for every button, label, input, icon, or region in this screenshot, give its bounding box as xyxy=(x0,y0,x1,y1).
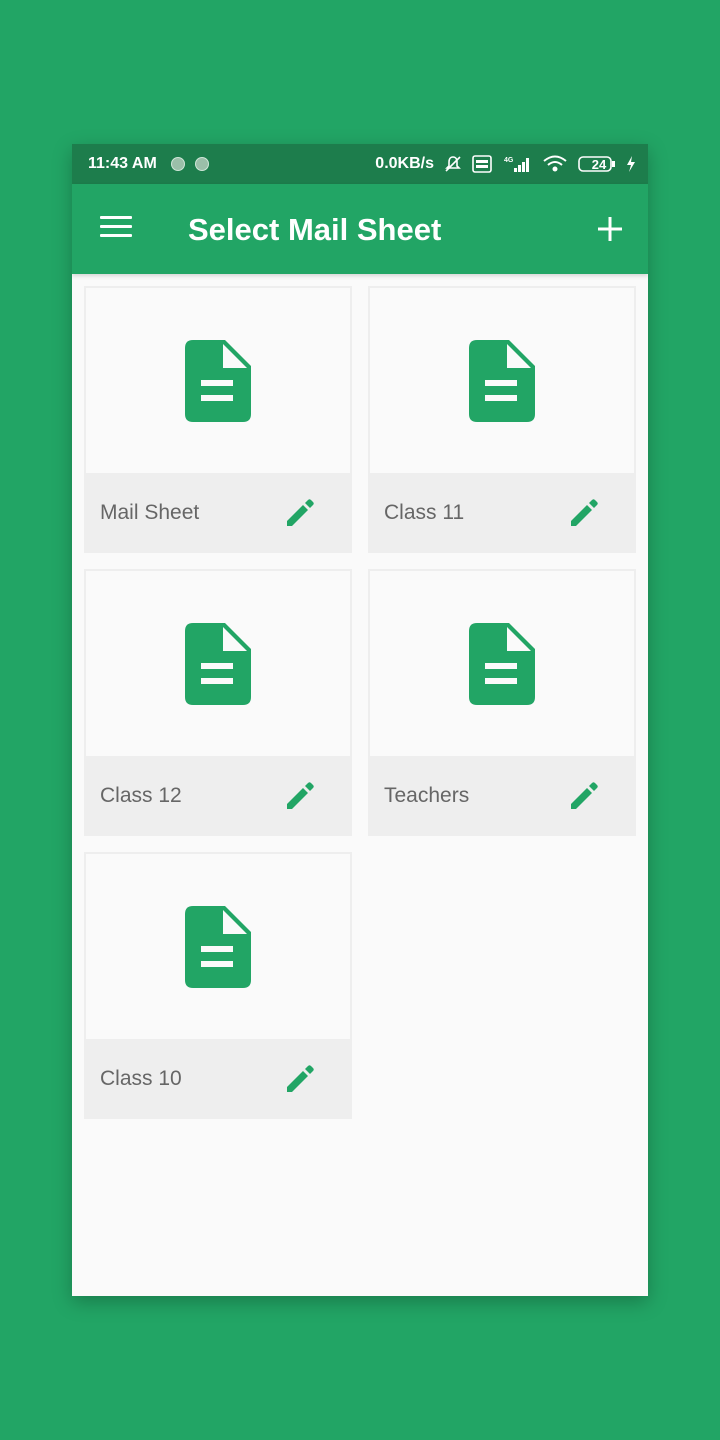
sheet-card-footer: Mail Sheet xyxy=(84,473,352,553)
document-icon xyxy=(469,339,535,422)
status-bar: 11:43 AM 0.0KB/s 4G 24 xyxy=(72,144,648,184)
pencil-edit-icon xyxy=(571,782,598,809)
volte-icon xyxy=(472,155,492,173)
edit-sheet-button[interactable] xyxy=(284,497,316,529)
edit-sheet-button[interactable] xyxy=(568,780,600,812)
muted-bell-icon xyxy=(444,155,462,173)
sheet-thumbnail xyxy=(86,571,350,756)
sheet-thumbnail xyxy=(370,571,634,756)
page-title: Select Mail Sheet xyxy=(188,212,442,247)
pencil-edit-icon xyxy=(287,782,314,809)
notification-dot-icon xyxy=(170,157,185,171)
svg-text:4G: 4G xyxy=(504,157,514,164)
pencil-edit-icon xyxy=(571,499,598,526)
network-speed: 0.0KB/s xyxy=(375,155,434,172)
notification-dot-icon xyxy=(194,157,209,171)
sheet-card[interactable]: Mail Sheet xyxy=(84,286,352,553)
pencil-edit-icon xyxy=(287,1065,314,1092)
sheet-card-footer: Teachers xyxy=(368,756,636,836)
sheet-card[interactable]: Class 12 xyxy=(84,569,352,836)
sheet-grid: Mail Sheet Class 11 Class 12 Teachers Cl… xyxy=(84,286,636,1119)
sheet-name: Mail Sheet xyxy=(100,501,200,524)
app-bar: Select Mail Sheet xyxy=(72,184,648,274)
sheet-thumbnail xyxy=(86,288,350,473)
plus-icon xyxy=(598,217,622,241)
battery-level: 24 xyxy=(591,156,607,172)
status-time: 11:43 AM xyxy=(88,155,157,172)
sheet-thumbnail xyxy=(86,854,350,1039)
document-icon xyxy=(185,905,251,988)
document-icon xyxy=(469,622,535,705)
wifi-icon xyxy=(542,155,568,173)
sheet-name: Teachers xyxy=(384,784,470,807)
pencil-edit-icon xyxy=(287,499,314,526)
edit-sheet-button[interactable] xyxy=(568,497,600,529)
sheet-card-footer: Class 12 xyxy=(84,756,352,836)
sheet-card-footer: Class 10 xyxy=(84,1039,352,1119)
edit-sheet-button[interactable] xyxy=(284,1063,316,1095)
sheet-card[interactable]: Teachers xyxy=(368,569,636,836)
sheet-thumbnail xyxy=(370,288,634,473)
document-icon xyxy=(185,622,251,705)
add-sheet-button[interactable] xyxy=(596,212,624,246)
sheet-name: Class 11 xyxy=(384,501,465,524)
edit-sheet-button[interactable] xyxy=(284,780,316,812)
sheet-name: Class 10 xyxy=(100,1067,182,1090)
sheet-name: Class 12 xyxy=(100,784,182,807)
charging-bolt-icon xyxy=(626,156,636,172)
document-icon xyxy=(185,339,251,422)
hamburger-menu-icon[interactable] xyxy=(100,216,132,244)
sheet-card[interactable]: Class 11 xyxy=(368,286,636,553)
sheet-card[interactable]: Class 10 xyxy=(84,852,352,1119)
sheet-card-footer: Class 11 xyxy=(368,473,636,553)
cellular-signal-icon: 4G xyxy=(502,155,532,173)
app-screen: 11:43 AM 0.0KB/s 4G 24 Select Mail Sheet… xyxy=(72,144,648,1296)
